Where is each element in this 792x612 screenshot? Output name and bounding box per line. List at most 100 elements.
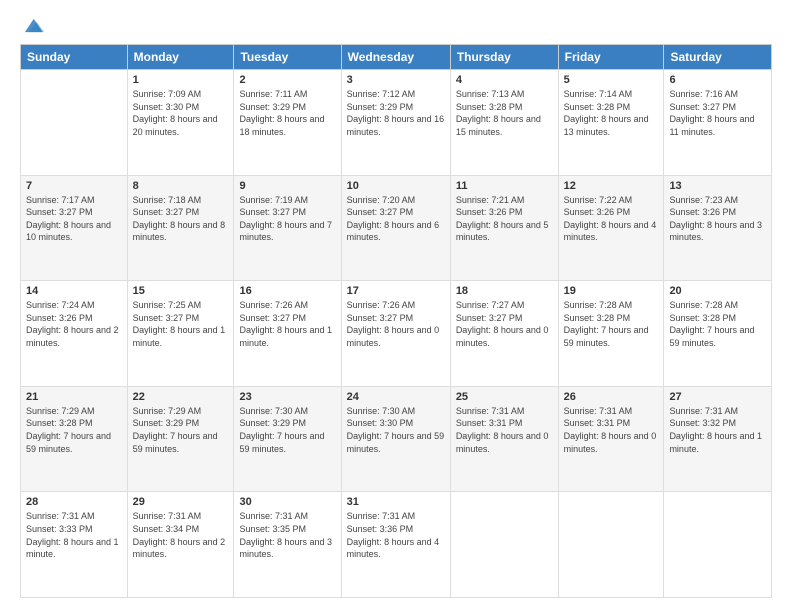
calendar-cell: 20 Sunrise: 7:28 AMSunset: 3:28 PMDaylig… — [664, 281, 772, 387]
day-info: Sunrise: 7:12 AMSunset: 3:29 PMDaylight:… — [347, 89, 445, 137]
day-info: Sunrise: 7:16 AMSunset: 3:27 PMDaylight:… — [669, 89, 754, 137]
calendar-cell — [21, 70, 128, 176]
day-info: Sunrise: 7:31 AMSunset: 3:31 PMDaylight:… — [456, 406, 549, 454]
day-info: Sunrise: 7:23 AMSunset: 3:26 PMDaylight:… — [669, 195, 762, 243]
day-info: Sunrise: 7:26 AMSunset: 3:27 PMDaylight:… — [239, 300, 332, 348]
day-number: 15 — [133, 285, 229, 297]
logo — [20, 18, 44, 38]
day-number: 9 — [239, 180, 335, 192]
day-number: 2 — [239, 74, 335, 86]
calendar-cell: 21 Sunrise: 7:29 AMSunset: 3:28 PMDaylig… — [21, 386, 128, 492]
day-number: 10 — [347, 180, 445, 192]
calendar-cell: 1 Sunrise: 7:09 AMSunset: 3:30 PMDayligh… — [127, 70, 234, 176]
day-info: Sunrise: 7:14 AMSunset: 3:28 PMDaylight:… — [564, 89, 649, 137]
calendar-cell: 17 Sunrise: 7:26 AMSunset: 3:27 PMDaylig… — [341, 281, 450, 387]
day-info: Sunrise: 7:31 AMSunset: 3:31 PMDaylight:… — [564, 406, 657, 454]
day-info: Sunrise: 7:31 AMSunset: 3:36 PMDaylight:… — [347, 511, 440, 559]
calendar-cell: 18 Sunrise: 7:27 AMSunset: 3:27 PMDaylig… — [450, 281, 558, 387]
day-info: Sunrise: 7:28 AMSunset: 3:28 PMDaylight:… — [564, 300, 649, 348]
day-number: 25 — [456, 391, 553, 403]
calendar-cell: 9 Sunrise: 7:19 AMSunset: 3:27 PMDayligh… — [234, 175, 341, 281]
day-number: 7 — [26, 180, 122, 192]
day-info: Sunrise: 7:13 AMSunset: 3:28 PMDaylight:… — [456, 89, 541, 137]
day-info: Sunrise: 7:17 AMSunset: 3:27 PMDaylight:… — [26, 195, 111, 243]
calendar-cell: 28 Sunrise: 7:31 AMSunset: 3:33 PMDaylig… — [21, 492, 128, 598]
day-header-monday: Monday — [127, 45, 234, 70]
calendar-week-1: 1 Sunrise: 7:09 AMSunset: 3:30 PMDayligh… — [21, 70, 772, 176]
day-info: Sunrise: 7:31 AMSunset: 3:32 PMDaylight:… — [669, 406, 762, 454]
calendar-cell: 23 Sunrise: 7:30 AMSunset: 3:29 PMDaylig… — [234, 386, 341, 492]
day-number: 30 — [239, 496, 335, 508]
day-info: Sunrise: 7:30 AMSunset: 3:29 PMDaylight:… — [239, 406, 324, 454]
calendar-cell — [664, 492, 772, 598]
calendar-cell: 6 Sunrise: 7:16 AMSunset: 3:27 PMDayligh… — [664, 70, 772, 176]
calendar-cell — [558, 492, 664, 598]
calendar-cell: 19 Sunrise: 7:28 AMSunset: 3:28 PMDaylig… — [558, 281, 664, 387]
calendar-table: SundayMondayTuesdayWednesdayThursdayFrid… — [20, 44, 772, 598]
day-header-thursday: Thursday — [450, 45, 558, 70]
day-number: 13 — [669, 180, 766, 192]
calendar-cell: 7 Sunrise: 7:17 AMSunset: 3:27 PMDayligh… — [21, 175, 128, 281]
day-header-sunday: Sunday — [21, 45, 128, 70]
day-number: 6 — [669, 74, 766, 86]
day-number: 4 — [456, 74, 553, 86]
calendar-cell: 22 Sunrise: 7:29 AMSunset: 3:29 PMDaylig… — [127, 386, 234, 492]
calendar-cell: 29 Sunrise: 7:31 AMSunset: 3:34 PMDaylig… — [127, 492, 234, 598]
day-info: Sunrise: 7:09 AMSunset: 3:30 PMDaylight:… — [133, 89, 218, 137]
day-number: 24 — [347, 391, 445, 403]
day-info: Sunrise: 7:31 AMSunset: 3:35 PMDaylight:… — [239, 511, 332, 559]
day-number: 20 — [669, 285, 766, 297]
day-info: Sunrise: 7:26 AMSunset: 3:27 PMDaylight:… — [347, 300, 440, 348]
calendar-cell: 26 Sunrise: 7:31 AMSunset: 3:31 PMDaylig… — [558, 386, 664, 492]
day-info: Sunrise: 7:29 AMSunset: 3:29 PMDaylight:… — [133, 406, 218, 454]
calendar-cell: 10 Sunrise: 7:20 AMSunset: 3:27 PMDaylig… — [341, 175, 450, 281]
day-info: Sunrise: 7:21 AMSunset: 3:26 PMDaylight:… — [456, 195, 549, 243]
day-number: 31 — [347, 496, 445, 508]
day-number: 18 — [456, 285, 553, 297]
day-number: 12 — [564, 180, 659, 192]
day-number: 16 — [239, 285, 335, 297]
day-header-saturday: Saturday — [664, 45, 772, 70]
calendar-cell: 11 Sunrise: 7:21 AMSunset: 3:26 PMDaylig… — [450, 175, 558, 281]
day-number: 1 — [133, 74, 229, 86]
calendar-week-3: 14 Sunrise: 7:24 AMSunset: 3:26 PMDaylig… — [21, 281, 772, 387]
calendar-cell: 31 Sunrise: 7:31 AMSunset: 3:36 PMDaylig… — [341, 492, 450, 598]
day-info: Sunrise: 7:31 AMSunset: 3:34 PMDaylight:… — [133, 511, 226, 559]
page: SundayMondayTuesdayWednesdayThursdayFrid… — [0, 0, 792, 612]
day-number: 28 — [26, 496, 122, 508]
calendar-cell: 8 Sunrise: 7:18 AMSunset: 3:27 PMDayligh… — [127, 175, 234, 281]
calendar-week-2: 7 Sunrise: 7:17 AMSunset: 3:27 PMDayligh… — [21, 175, 772, 281]
day-info: Sunrise: 7:20 AMSunset: 3:27 PMDaylight:… — [347, 195, 440, 243]
day-number: 21 — [26, 391, 122, 403]
day-number: 19 — [564, 285, 659, 297]
calendar-cell: 12 Sunrise: 7:22 AMSunset: 3:26 PMDaylig… — [558, 175, 664, 281]
day-number: 26 — [564, 391, 659, 403]
calendar-cell: 14 Sunrise: 7:24 AMSunset: 3:26 PMDaylig… — [21, 281, 128, 387]
calendar-cell: 25 Sunrise: 7:31 AMSunset: 3:31 PMDaylig… — [450, 386, 558, 492]
day-info: Sunrise: 7:25 AMSunset: 3:27 PMDaylight:… — [133, 300, 226, 348]
day-info: Sunrise: 7:24 AMSunset: 3:26 PMDaylight:… — [26, 300, 119, 348]
day-info: Sunrise: 7:19 AMSunset: 3:27 PMDaylight:… — [239, 195, 332, 243]
day-header-tuesday: Tuesday — [234, 45, 341, 70]
day-info: Sunrise: 7:30 AMSunset: 3:30 PMDaylight:… — [347, 406, 445, 454]
calendar-cell: 24 Sunrise: 7:30 AMSunset: 3:30 PMDaylig… — [341, 386, 450, 492]
day-number: 11 — [456, 180, 553, 192]
day-number: 23 — [239, 391, 335, 403]
calendar-cell: 2 Sunrise: 7:11 AMSunset: 3:29 PMDayligh… — [234, 70, 341, 176]
calendar-week-5: 28 Sunrise: 7:31 AMSunset: 3:33 PMDaylig… — [21, 492, 772, 598]
calendar-cell: 30 Sunrise: 7:31 AMSunset: 3:35 PMDaylig… — [234, 492, 341, 598]
calendar-header-row: SundayMondayTuesdayWednesdayThursdayFrid… — [21, 45, 772, 70]
calendar-cell: 5 Sunrise: 7:14 AMSunset: 3:28 PMDayligh… — [558, 70, 664, 176]
calendar-cell: 16 Sunrise: 7:26 AMSunset: 3:27 PMDaylig… — [234, 281, 341, 387]
day-info: Sunrise: 7:27 AMSunset: 3:27 PMDaylight:… — [456, 300, 549, 348]
day-info: Sunrise: 7:31 AMSunset: 3:33 PMDaylight:… — [26, 511, 119, 559]
day-number: 22 — [133, 391, 229, 403]
day-number: 29 — [133, 496, 229, 508]
day-number: 5 — [564, 74, 659, 86]
day-info: Sunrise: 7:28 AMSunset: 3:28 PMDaylight:… — [669, 300, 754, 348]
calendar-cell: 4 Sunrise: 7:13 AMSunset: 3:28 PMDayligh… — [450, 70, 558, 176]
day-number: 3 — [347, 74, 445, 86]
day-number: 17 — [347, 285, 445, 297]
logo-icon — [22, 16, 44, 38]
calendar-cell — [450, 492, 558, 598]
